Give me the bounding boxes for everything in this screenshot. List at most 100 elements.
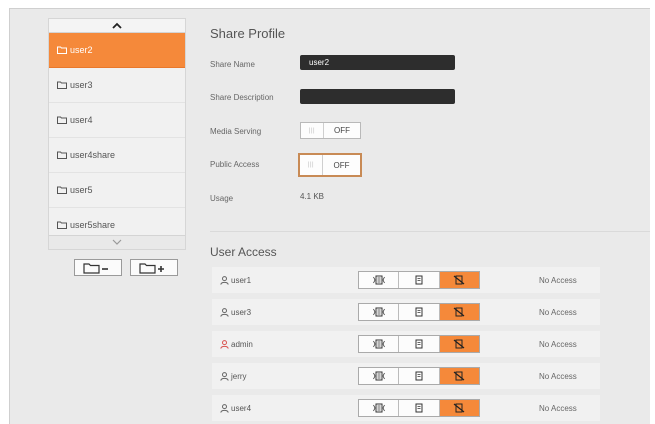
app-frame: user2 user3 user4 user4share user5 user5share… bbox=[9, 8, 650, 424]
remove-share-button[interactable] bbox=[74, 259, 122, 276]
read-write-icon bbox=[372, 371, 385, 381]
toggle-grip-icon: ||| bbox=[307, 162, 315, 168]
share-item-user4[interactable]: user4 bbox=[49, 103, 185, 138]
user-name-label: user1 bbox=[231, 275, 252, 285]
access-status: No Access bbox=[539, 371, 577, 381]
access-level-selector bbox=[358, 271, 480, 289]
user-access-row: user3 No Access bbox=[212, 299, 600, 325]
access-level-selector bbox=[358, 303, 480, 321]
access-level-selector bbox=[358, 367, 480, 385]
share-profile-title: Share Profile bbox=[210, 26, 286, 41]
user-name-label: user3 bbox=[231, 307, 252, 317]
no-access-icon bbox=[453, 339, 465, 349]
share-item-label: user5 bbox=[70, 185, 93, 195]
read-only-button[interactable] bbox=[398, 272, 438, 288]
scroll-down-button[interactable] bbox=[49, 235, 185, 249]
user-name: user3 bbox=[220, 308, 251, 317]
read-write-button[interactable] bbox=[359, 368, 398, 384]
user-icon bbox=[220, 275, 229, 285]
read-write-icon bbox=[372, 403, 385, 413]
scroll-up-button[interactable] bbox=[49, 19, 185, 33]
access-status: No Access bbox=[539, 275, 577, 285]
no-access-button[interactable] bbox=[438, 336, 479, 352]
read-only-button[interactable] bbox=[398, 304, 438, 320]
folder-plus-icon bbox=[139, 262, 164, 274]
usage-label: Usage bbox=[210, 194, 234, 203]
share-list: user2 user3 user4 user4share user5 user5share bbox=[48, 18, 186, 250]
no-access-button[interactable] bbox=[438, 400, 479, 416]
user-access-row: user1 No Access bbox=[212, 267, 600, 293]
toggle-grip-icon: ||| bbox=[308, 127, 316, 134]
read-write-button[interactable] bbox=[359, 272, 398, 288]
chevron-down-icon bbox=[112, 239, 122, 245]
share-item-user3[interactable]: user3 bbox=[49, 68, 185, 103]
read-write-button[interactable] bbox=[359, 400, 398, 416]
folder-icon bbox=[57, 46, 67, 54]
read-only-button[interactable] bbox=[398, 368, 438, 384]
user-access-row: user4 No Access bbox=[212, 395, 600, 421]
folder-minus-icon bbox=[83, 262, 108, 274]
add-share-button[interactable] bbox=[130, 259, 178, 276]
user-name-label: admin bbox=[231, 339, 253, 349]
no-access-icon bbox=[453, 307, 465, 317]
no-access-button[interactable] bbox=[438, 304, 479, 320]
share-item-label: user4share bbox=[70, 150, 116, 160]
section-divider bbox=[210, 231, 650, 232]
read-only-button[interactable] bbox=[398, 336, 438, 352]
read-only-icon bbox=[415, 339, 423, 349]
access-status: No Access bbox=[539, 307, 577, 317]
user-name-label: jerry bbox=[231, 371, 247, 381]
no-access-button[interactable] bbox=[438, 272, 479, 288]
user-name: admin bbox=[220, 340, 253, 349]
user-name: user1 bbox=[220, 276, 251, 285]
user-icon bbox=[220, 371, 229, 381]
user-icon bbox=[220, 339, 229, 349]
access-level-selector bbox=[358, 335, 480, 353]
no-access-icon bbox=[453, 371, 465, 381]
share-item-user2[interactable]: user2 bbox=[49, 33, 185, 68]
read-write-button[interactable] bbox=[359, 336, 398, 352]
share-item-user5[interactable]: user5 bbox=[49, 173, 185, 208]
read-write-icon bbox=[372, 307, 385, 317]
public-access-label: Public Access bbox=[210, 160, 260, 169]
user-access-row: jerry No Access bbox=[212, 363, 600, 389]
media-serving-state: OFF bbox=[323, 123, 360, 138]
user-name: user4 bbox=[220, 404, 251, 413]
no-access-button[interactable] bbox=[438, 368, 479, 384]
media-serving-toggle[interactable]: ||| OFF bbox=[300, 122, 361, 139]
no-access-icon bbox=[453, 275, 465, 285]
read-only-icon bbox=[415, 371, 423, 381]
folder-icon bbox=[57, 151, 67, 159]
share-item-user4share[interactable]: user4share bbox=[49, 138, 185, 173]
read-write-button[interactable] bbox=[359, 304, 398, 320]
access-level-selector bbox=[358, 399, 480, 417]
folder-icon bbox=[57, 81, 67, 89]
user-access-row: admin No Access bbox=[212, 331, 600, 357]
share-name-input[interactable]: user2 bbox=[300, 55, 455, 70]
media-serving-label: Media Serving bbox=[210, 127, 262, 136]
read-write-icon bbox=[372, 339, 385, 349]
share-description-input[interactable] bbox=[300, 89, 455, 104]
read-only-icon bbox=[415, 275, 423, 285]
public-access-state: OFF bbox=[322, 155, 360, 175]
no-access-icon bbox=[453, 403, 465, 413]
read-only-button[interactable] bbox=[398, 400, 438, 416]
share-list-actions bbox=[74, 259, 178, 276]
folder-icon bbox=[57, 116, 67, 124]
read-write-icon bbox=[372, 275, 385, 285]
share-item-label: user5share bbox=[70, 220, 116, 230]
user-name-label: user4 bbox=[231, 403, 252, 413]
access-status: No Access bbox=[539, 339, 577, 349]
user-name: jerry bbox=[220, 372, 247, 381]
usage-value: 4.1 KB bbox=[300, 192, 325, 201]
share-item-label: user3 bbox=[70, 80, 93, 90]
user-icon bbox=[220, 307, 229, 317]
share-name-label: Share Name bbox=[210, 60, 255, 69]
share-description-label: Share Description bbox=[210, 93, 274, 102]
read-only-icon bbox=[415, 403, 423, 413]
share-item-label: user2 bbox=[70, 45, 93, 55]
access-status: No Access bbox=[539, 403, 577, 413]
public-access-toggle[interactable]: ||| OFF bbox=[298, 153, 362, 177]
folder-icon bbox=[57, 221, 67, 229]
read-only-icon bbox=[415, 307, 423, 317]
